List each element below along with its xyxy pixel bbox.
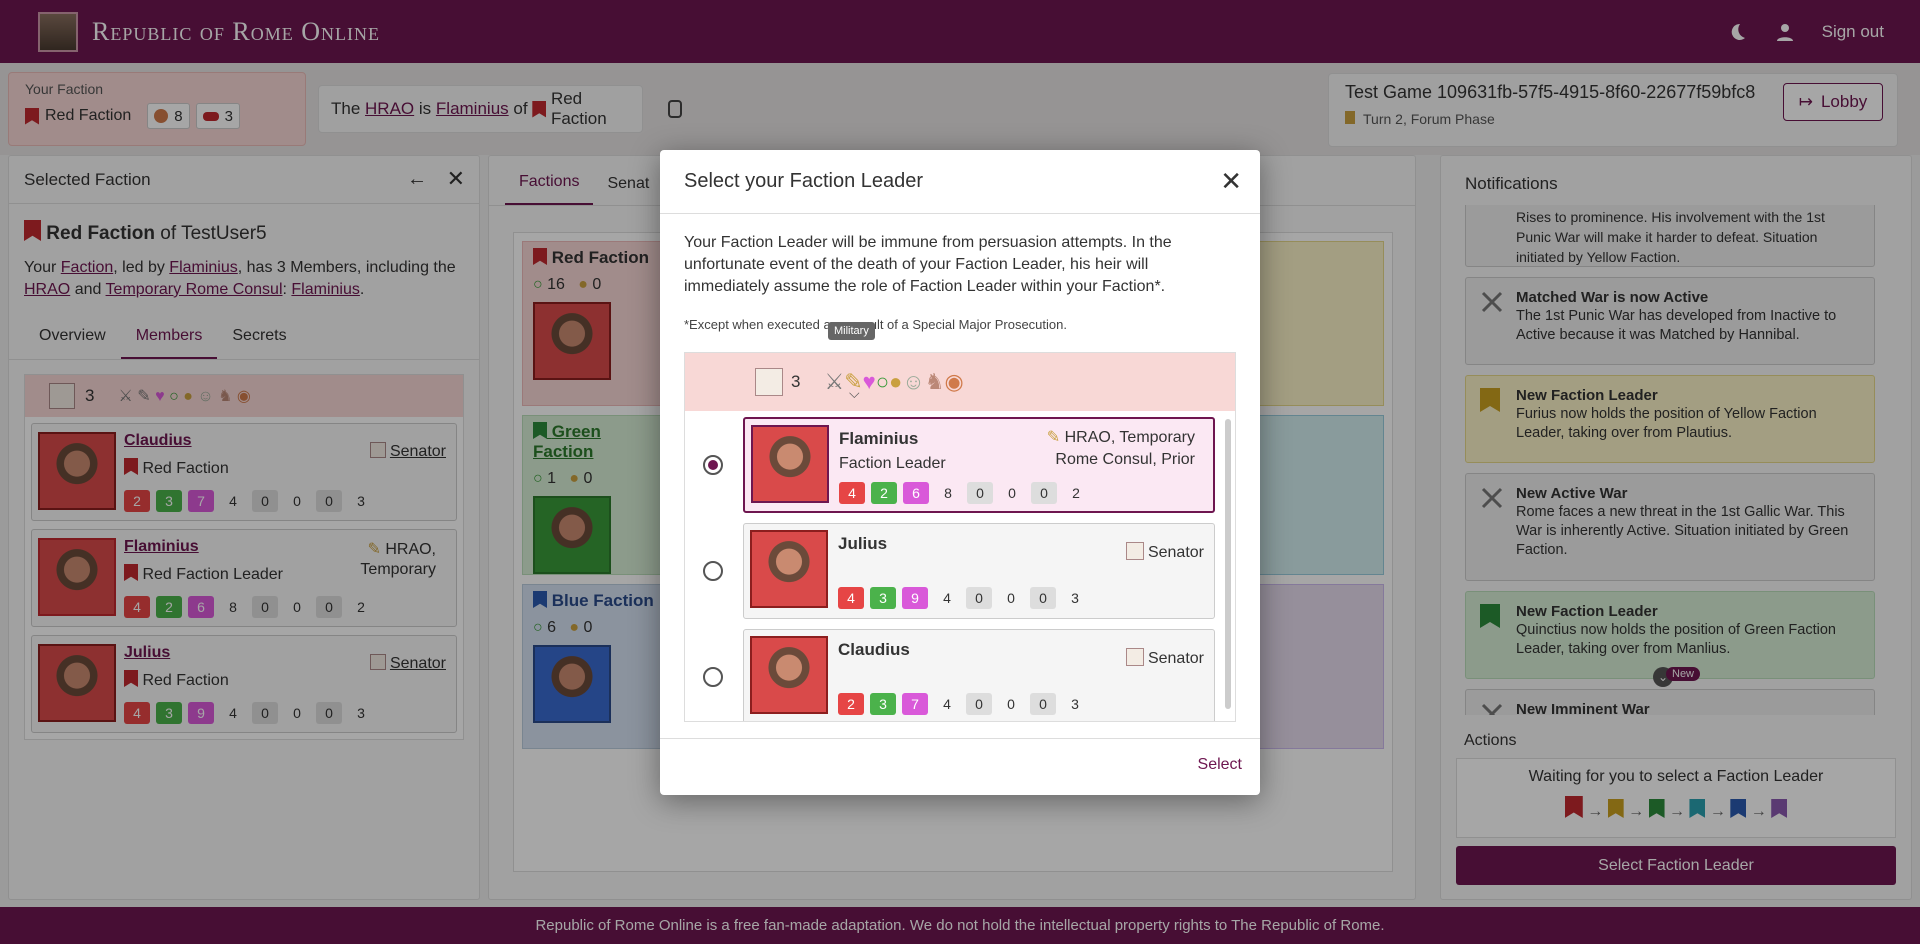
stat-knights: 0: [1030, 587, 1056, 609]
radio-button[interactable]: [703, 667, 723, 687]
radio-button[interactable]: [703, 561, 723, 581]
stat-loyalty: 6: [903, 482, 929, 504]
dialog-body: Your Faction Leader will be immune from …: [684, 234, 1172, 295]
dialog-note: *Except when executed as a result of a S…: [684, 317, 1067, 332]
stat-loyalty: 9: [902, 587, 928, 609]
stat-votes: 2: [1072, 485, 1080, 501]
tooltip: Military: [828, 322, 875, 340]
close-icon[interactable]: ✕: [1220, 166, 1242, 197]
stat-military: 4: [839, 482, 865, 504]
stat-talents: 0: [966, 587, 992, 609]
radio-button[interactable]: [703, 455, 723, 475]
stat-military: 4: [838, 587, 864, 609]
senator-portrait: [750, 636, 828, 714]
select-button[interactable]: Select: [1198, 756, 1242, 774]
sceptre-icon: ✎: [1046, 429, 1061, 446]
stat-popularity: 0: [1007, 696, 1015, 712]
senator-name: Flaminius: [839, 429, 919, 448]
senator-name: Claudius: [838, 640, 910, 659]
senator-stats: 42680002: [839, 482, 1095, 504]
senator-card[interactable]: Flaminius Faction Leader ✎ HRAO, Tempora…: [743, 417, 1215, 513]
senator-portrait: [750, 530, 828, 608]
stat-influence: 4: [943, 696, 951, 712]
stat-popularity: 0: [1007, 590, 1015, 606]
stat-talents: 0: [966, 693, 992, 715]
senator-roles: Senator: [1147, 544, 1204, 561]
senator-icon: [755, 368, 783, 396]
stat-oratory: 3: [870, 693, 896, 715]
stat-knights: 0: [1030, 693, 1056, 715]
senator-roles: Senator: [1147, 650, 1204, 667]
leader-list: 3 ⚔✎♥○●☺♞◉ ⌵ Flaminius Faction Leader ✎ …: [684, 352, 1236, 722]
senator-icon: [1125, 648, 1144, 666]
senator-card[interactable]: Julius Senator 43940003: [743, 523, 1215, 619]
stat-knights: 0: [1031, 482, 1057, 504]
leader-option[interactable]: Claudius Senator 23740003: [685, 629, 1225, 721]
scrollbar[interactable]: [1225, 419, 1231, 709]
stat-votes: 3: [1071, 590, 1079, 606]
leader-option[interactable]: Flaminius Faction Leader ✎ HRAO, Tempora…: [685, 417, 1225, 515]
leader-count: 3: [791, 372, 801, 391]
senator-icon: [1125, 542, 1144, 560]
senator-portrait: [751, 425, 829, 503]
stat-votes: 3: [1071, 696, 1079, 712]
sort-chevron-icon[interactable]: ⌵: [849, 385, 860, 402]
senator-subtitle: Faction Leader: [839, 455, 946, 472]
stat-influence: 8: [944, 485, 952, 501]
select-leader-dialog: Select your Faction Leader ✕ Your Factio…: [660, 150, 1260, 795]
stat-military: 2: [838, 693, 864, 715]
stat-oratory: 2: [871, 482, 897, 504]
stat-popularity: 0: [1008, 485, 1016, 501]
senator-name: Julius: [838, 534, 888, 553]
dialog-title: Select your Faction Leader: [660, 150, 1260, 214]
senator-card[interactable]: Claudius Senator 23740003: [743, 629, 1215, 721]
stat-influence: 4: [943, 590, 951, 606]
stat-oratory: 3: [870, 587, 896, 609]
senator-roles: HRAO, Temporary Rome Consul, Prior: [1055, 429, 1195, 468]
attribute-icons: ⚔✎♥○●☺♞◉: [824, 369, 964, 394]
senator-stats: 43940003: [838, 587, 1094, 609]
leader-list-header: 3 ⚔✎♥○●☺♞◉ ⌵: [685, 353, 1235, 411]
stat-talents: 0: [967, 482, 993, 504]
senator-stats: 23740003: [838, 693, 1094, 715]
stat-loyalty: 7: [902, 693, 928, 715]
leader-option[interactable]: Julius Senator 43940003: [685, 523, 1225, 621]
